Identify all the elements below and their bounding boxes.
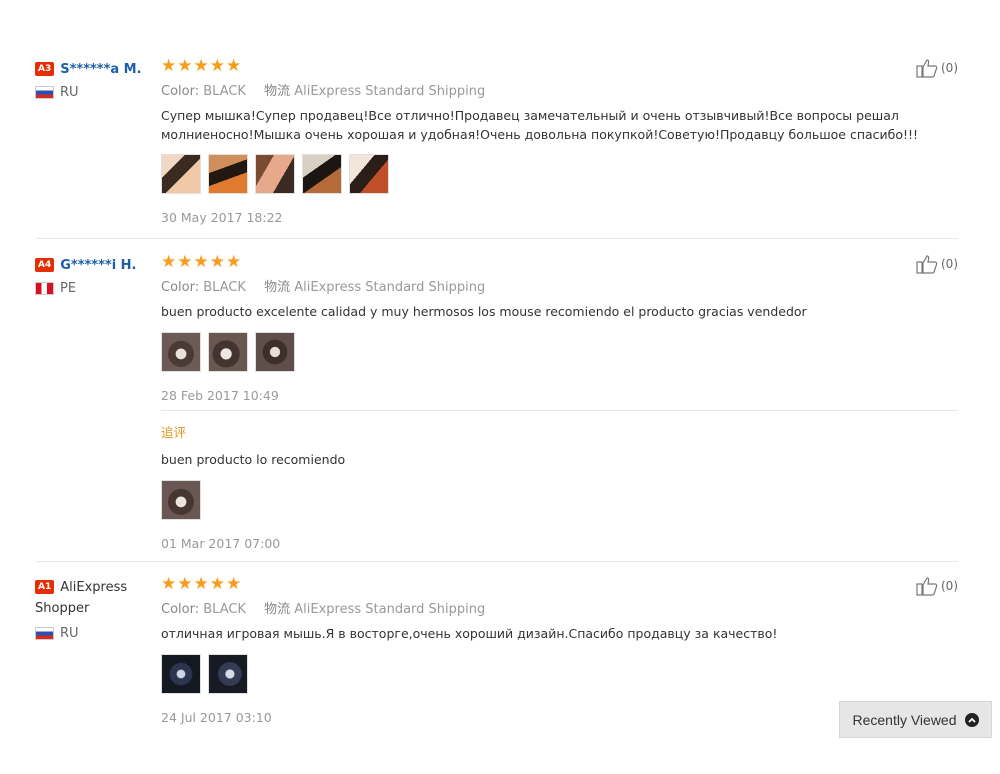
shipping-key: 物流 [264,84,291,99]
reviewer-info: A3 S******a M. RU [35,58,150,100]
review-photo-thumbnail[interactable] [161,654,201,694]
review-photo-thumbnail[interactable] [255,154,295,194]
review-text: отличная игровая мышь.Я в восторге,очень… [161,626,778,641]
thumbs-up-icon [916,59,938,78]
followup-photos [161,480,921,520]
color-value: BLACK [203,602,246,617]
review-content: ★★★★★ Color: BLACK 物流 AliExpress Standar… [161,253,921,403]
star-rating: ★★★★★ [161,56,243,76]
review-date: 24 Jul 2017 03:10 [161,710,272,725]
followup-review: 追评 buen producto lo recomiendo 01 Mar 20… [161,422,921,551]
helpful-button[interactable]: (0) [916,58,958,78]
followup-label: 追评 [161,425,187,440]
review-divider [36,561,958,562]
review-photo-thumbnail[interactable] [208,654,248,694]
buyer-level-badge: A3 [35,62,55,76]
review-date: 30 May 2017 18:22 [161,210,283,225]
review-photo-thumbnail[interactable] [208,332,248,372]
review-photos [161,332,921,372]
country-code: RU [60,626,79,641]
reviewer-name[interactable]: G******i H. [60,258,136,273]
helpful-button[interactable]: (0) [916,254,958,274]
peru-flag-icon [35,282,54,295]
thumbs-up-icon [916,577,938,596]
star-rating: ★★★★★ [161,252,243,272]
shipping-key: 物流 [264,602,291,617]
helpful-count: (0) [941,579,958,593]
review-photo-thumbnail[interactable] [208,154,248,194]
review-photo-thumbnail[interactable] [255,332,295,372]
review-content: ★★★★★ Color: BLACK 物流 AliExpress Standar… [161,575,921,725]
review-photo-thumbnail[interactable] [302,154,342,194]
buyer-level-badge: A4 [35,258,55,272]
review-meta: Color: BLACK 物流 AliExpress Standard Ship… [161,276,921,295]
review-photo-thumbnail[interactable] [161,332,201,372]
review-divider [36,238,958,239]
shipping-value: AliExpress Standard Shipping [294,84,486,99]
country-code: RU [60,85,79,100]
recently-viewed-button[interactable]: Recently Viewed [839,701,992,738]
review-photos [161,154,921,194]
reviewer-info: A4 G******i H. PE [35,254,150,296]
helpful-button[interactable]: (0) [916,576,958,596]
color-value: BLACK [203,84,246,99]
shipping-key: 物流 [264,280,291,295]
russia-flag-icon [35,627,54,640]
shipping-value: AliExpress Standard Shipping [294,602,486,617]
shipping-value: AliExpress Standard Shipping [294,280,486,295]
review-photo-thumbnail[interactable] [161,480,201,520]
thumbs-up-icon [916,255,938,274]
reviewer-country: RU [35,626,150,641]
color-key: Color: [161,602,200,617]
review-meta: Color: BLACK 物流 AliExpress Standard Ship… [161,80,921,99]
review-photo-thumbnail[interactable] [349,154,389,194]
followup-divider [161,410,958,411]
color-key: Color: [161,84,200,99]
color-key: Color: [161,280,200,295]
helpful-count: (0) [941,61,958,75]
recently-viewed-label: Recently Viewed [852,711,957,728]
reviewer-info: A1 AliExpress Shopper RU [35,576,150,641]
country-code: PE [60,281,77,296]
reviewer-name[interactable]: S******a M. [60,62,141,77]
star-rating: ★★★★★ [161,574,243,594]
helpful-count: (0) [941,257,958,271]
followup-text: buen producto lo recomiendo [161,452,346,467]
review-text: Супер мышка!Супер продавец!Все отлично!П… [161,108,919,142]
review-photo-thumbnail[interactable] [161,154,201,194]
review-photos [161,654,921,694]
reviewer-country: PE [35,281,150,296]
buyer-level-badge: A1 [35,580,55,594]
russia-flag-icon [35,86,54,99]
reviewer-country: RU [35,85,150,100]
color-value: BLACK [203,280,246,295]
review-meta: Color: BLACK 物流 AliExpress Standard Ship… [161,598,921,617]
review-text: buen producto excelente calidad y muy he… [161,304,807,319]
followup-date: 01 Mar 2017 07:00 [161,536,281,551]
review-content: ★★★★★ Color: BLACK 物流 AliExpress Standar… [161,57,921,225]
chevron-up-icon [964,712,979,727]
review-date: 28 Feb 2017 10:49 [161,388,279,403]
